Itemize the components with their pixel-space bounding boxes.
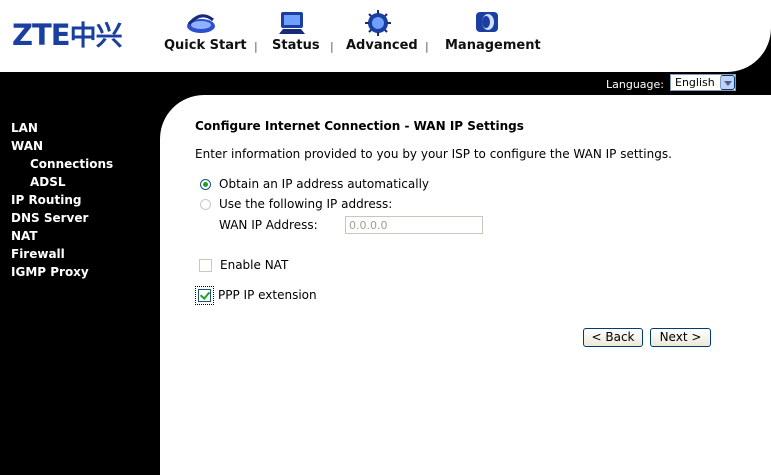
use-following-radio[interactable] [200, 199, 211, 210]
obtain-auto-radio[interactable] [200, 179, 211, 190]
language-select[interactable]: English [670, 74, 736, 91]
chip-icon [365, 10, 391, 36]
wan-ip-label: WAN IP Address: [219, 218, 318, 232]
zte-logo: ZTE中兴 [12, 18, 123, 52]
sidebar: LAN WAN Connections ADSL IP Routing DNS … [0, 95, 160, 475]
management-icon [476, 12, 498, 32]
page-title: Configure Internet Connection - WAN IP S… [195, 119, 524, 133]
router-icon [187, 14, 215, 33]
nav-label-management: Management [445, 38, 541, 53]
page-description: Enter information provided to you by you… [195, 147, 672, 161]
obtain-auto-label: Obtain an IP address automatically [219, 177, 430, 191]
use-following-label: Use the following IP address: [219, 197, 393, 211]
sidebar-item-adsl[interactable]: ADSL [30, 175, 66, 189]
sidebar-item-igmp-proxy[interactable]: IGMP Proxy [11, 265, 89, 279]
sidebar-item-ip-routing[interactable]: IP Routing [11, 193, 81, 207]
sidebar-item-firewall[interactable]: Firewall [11, 247, 65, 261]
wan-ip-field[interactable]: 0.0.0.0 [345, 216, 483, 234]
sidebar-item-nat[interactable]: NAT [11, 229, 38, 243]
sidebar-item-connections[interactable]: Connections [30, 157, 113, 171]
enable-nat-label: Enable NAT [220, 258, 289, 272]
header-bar: ZTE中兴 Quick Start | Status | Advanced | … [0, 0, 771, 72]
enable-nat-checkbox[interactable] [199, 259, 212, 272]
nav-label-quick-start: Quick Start [164, 38, 247, 53]
sidebar-item-dns-server[interactable]: DNS Server [11, 211, 88, 225]
next-button[interactable]: Next > [650, 328, 711, 347]
language-value: English [675, 76, 715, 89]
nav-separator: | [425, 40, 429, 53]
chevron-down-icon[interactable] [720, 75, 735, 90]
nav-label-status: Status [272, 38, 320, 53]
nav-separator: | [254, 40, 258, 53]
sidebar-item-wan[interactable]: WAN [11, 139, 43, 153]
content-panel: Configure Internet Connection - WAN IP S… [160, 95, 771, 475]
language-label: Language: [606, 78, 664, 91]
ppp-ip-extension-label: PPP IP extension [218, 288, 317, 302]
monitor-icon [279, 12, 305, 34]
sidebar-item-lan[interactable]: LAN [11, 121, 38, 135]
ppp-ip-extension-checkbox[interactable] [198, 289, 211, 302]
nav-label-advanced: Advanced [346, 38, 418, 53]
nav-separator: | [330, 40, 334, 53]
back-button[interactable]: < Back [583, 328, 643, 347]
